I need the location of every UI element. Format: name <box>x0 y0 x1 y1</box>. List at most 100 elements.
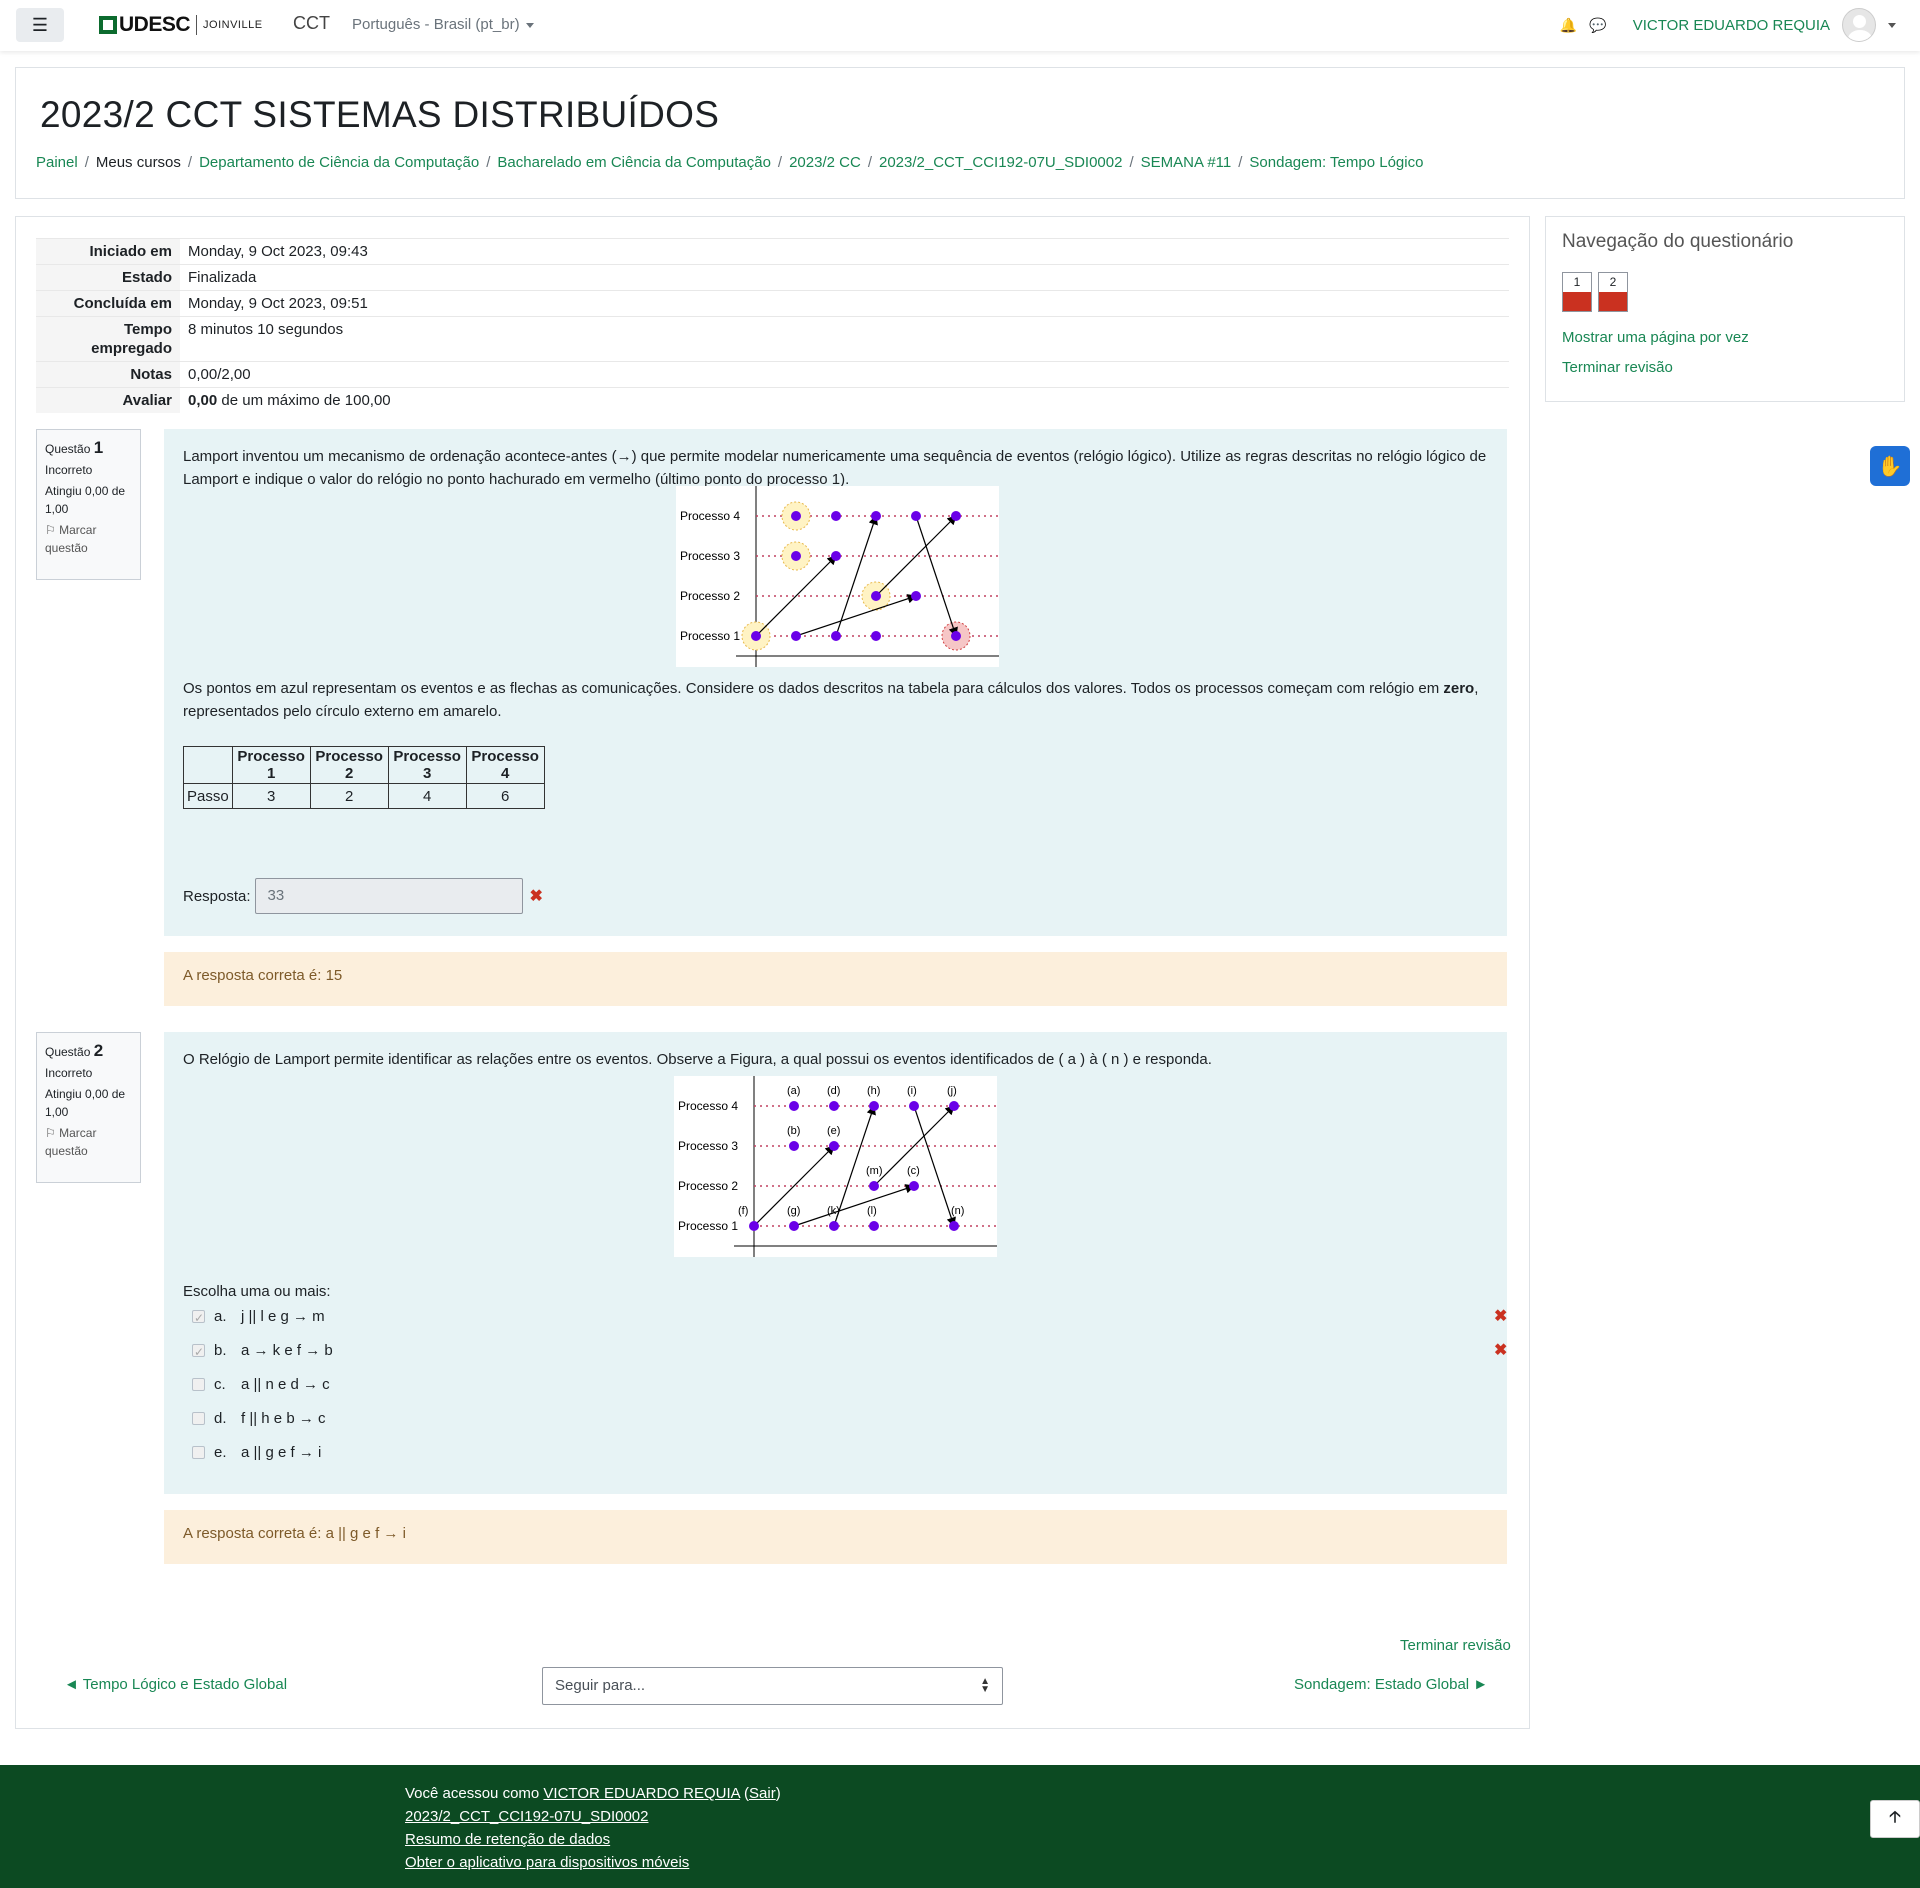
choice-b[interactable]: b. a → k e f → b <box>192 1339 333 1364</box>
breadcrumb-item[interactable]: 2023/2 CC <box>789 154 861 171</box>
choice-text: f || h e b → c <box>241 1409 326 1427</box>
event-label: (a) <box>787 1085 800 1097</box>
breadcrumb-item[interactable]: Sondagem: Tempo Lógico <box>1249 154 1423 171</box>
page-header: 2023/2 CCT SISTEMAS DISTRIBUÍDOS Painel /… <box>15 67 1905 199</box>
summary-value: Monday, 9 Oct 2023, 09:43 <box>180 238 1509 265</box>
question-text-part: Os pontos em azul representam os eventos… <box>183 680 1444 697</box>
question-2-info: Questão 2 Incorreto Atingiu 0,00 de 1,00… <box>36 1032 141 1183</box>
question-nav-button-2[interactable]: 2 <box>1598 272 1628 312</box>
select-arrows-icon: ▲ ▼ <box>980 1676 990 1695</box>
event-label: (k) <box>827 1205 840 1217</box>
event-dot <box>871 591 881 601</box>
event-dot <box>789 1141 799 1151</box>
event-dot <box>871 631 881 641</box>
breadcrumb-item[interactable]: Departamento de Ciência da Computação <box>199 154 479 171</box>
choice-e[interactable]: e. a || g e f → i <box>192 1441 321 1463</box>
event-dot <box>951 511 961 521</box>
event-label: (m) <box>866 1165 883 1177</box>
hamburger-menu-button[interactable]: ☰ <box>16 8 64 42</box>
user-nav: 🔔 💬 VICTOR EDUARDO REQUIA <box>1560 8 1896 42</box>
finish-review-link[interactable]: Terminar revisão <box>1400 1637 1511 1654</box>
choice-letter: c. <box>214 1375 226 1393</box>
avatar[interactable] <box>1842 8 1876 42</box>
process-label: Processo 2 <box>678 1179 738 1193</box>
jump-to-placeholder: Seguir para... <box>555 1677 646 1694</box>
event-dot <box>911 511 921 521</box>
accessibility-hand-icon[interactable]: ✋ <box>1870 446 1910 486</box>
event-dot <box>951 631 961 641</box>
question-prefix: Questão <box>45 442 91 456</box>
jump-to-select[interactable]: Seguir para... ▲ ▼ <box>542 1667 1003 1705</box>
steps-header <box>183 746 233 784</box>
data-retention-link[interactable]: Resumo de retenção de dados <box>405 1831 610 1848</box>
back-to-top-button[interactable]: 🡡 <box>1870 1800 1920 1838</box>
event-dot <box>909 1101 919 1111</box>
udesc-logo[interactable]: UDESC JOINVILLE <box>99 13 263 36</box>
finish-review-link[interactable]: Terminar revisão <box>1562 359 1673 376</box>
checkbox[interactable] <box>192 1445 205 1459</box>
question-text-bold: zero <box>1443 680 1475 697</box>
process-label: Processo 3 <box>678 1139 738 1153</box>
question-grade: Atingiu 0,00 de 1,00 <box>45 484 126 516</box>
event-dot <box>911 591 921 601</box>
user-menu-name[interactable]: VICTOR EDUARDO REQUIA <box>1633 17 1830 34</box>
answer-input[interactable]: 33 <box>254 878 523 914</box>
question-nav-button-1[interactable]: 1 <box>1562 272 1592 312</box>
checkbox[interactable] <box>192 1377 205 1391</box>
chat-icon[interactable]: 💬 <box>1589 17 1606 34</box>
breadcrumb-item[interactable]: Painel <box>36 154 78 171</box>
breadcrumb-item[interactable]: Bacharelado em Ciência da Computação <box>497 154 771 171</box>
show-one-page-link[interactable]: Mostrar uma página por vez <box>1562 329 1749 346</box>
choice-c[interactable]: c. a || n e d → c <box>192 1373 330 1395</box>
site-brand[interactable]: CCT <box>293 13 330 34</box>
event-label: (l) <box>867 1205 877 1217</box>
summary-value: Finalizada <box>180 264 1509 291</box>
message-arrow <box>795 594 918 637</box>
logged-in-line: Você acessou como VICTOR EDUARDO REQUIA … <box>405 1785 781 1802</box>
event-dot <box>869 1181 879 1191</box>
summary-value: 0,00/2,00 <box>180 361 1509 388</box>
event-dot <box>829 1101 839 1111</box>
profile-link[interactable]: VICTOR EDUARDO REQUIA <box>543 1785 739 1802</box>
user-menu-caret-icon[interactable] <box>1888 22 1896 28</box>
mobile-app-link[interactable]: Obter o aplicativo para dispositivos móv… <box>405 1854 689 1871</box>
bell-icon[interactable]: 🔔 <box>1560 17 1577 34</box>
event-label: (c) <box>907 1165 920 1177</box>
choice-d[interactable]: d. f || h e b → c <box>192 1407 326 1429</box>
logout-link[interactable]: Sair <box>749 1785 776 1802</box>
next-activity-link[interactable]: Sondagem: Estado Global ► <box>1294 1676 1488 1693</box>
breadcrumb-separator: / <box>777 154 783 171</box>
breadcrumb-separator: / <box>84 154 89 171</box>
flag-question-link[interactable]: ⚐ Marcar questão <box>45 1124 132 1160</box>
breadcrumb-item[interactable]: 2023/2_CCT_CCI192-07U_SDI0002 <box>879 154 1122 171</box>
breadcrumb-item[interactable]: SEMANA #11 <box>1141 154 1232 171</box>
summary-value: Monday, 9 Oct 2023, 09:51 <box>180 290 1509 317</box>
logo-text: UDESC <box>119 13 191 36</box>
event-dot <box>909 1181 919 1191</box>
choice-a[interactable]: a. j || l e g → m <box>192 1305 325 1330</box>
process-label: Processo 4 <box>678 1099 738 1113</box>
checkbox[interactable] <box>192 1341 205 1364</box>
process-label: Processo 3 <box>680 549 740 563</box>
breadcrumb-item: Meus cursos <box>95 154 181 171</box>
language-selector[interactable]: Português - Brasil (pt_br) <box>352 16 534 33</box>
answer-label: Resposta: <box>183 887 251 905</box>
steps-table: Processo 1 Processo 2 Processo 3 Process… <box>183 746 545 809</box>
summary-row: Avaliar 0,00 de um máximo de 100,00 <box>36 387 1509 413</box>
summary-row: Tempo empregado 8 minutos 10 segundos <box>36 316 1509 362</box>
steps-header-row: Processo 1 Processo 2 Processo 3 Process… <box>183 746 545 784</box>
prev-activity-link[interactable]: ◄ Tempo Lógico e Estado Global <box>64 1676 287 1693</box>
checkbox[interactable] <box>192 1411 205 1425</box>
summary-label: Avaliar <box>36 387 180 413</box>
flag-question-link[interactable]: ⚐ Marcar questão <box>45 521 132 557</box>
event-label: (h) <box>867 1085 880 1097</box>
summary-label: Tempo empregado <box>36 316 180 362</box>
course-link[interactable]: 2023/2_CCT_CCI192-07U_SDI0002 <box>405 1808 648 1825</box>
incorrect-fill <box>1599 292 1627 311</box>
question-status: Incorreto <box>45 1066 93 1080</box>
event-label: (g) <box>787 1205 800 1217</box>
summary-row: Concluída em Monday, 9 Oct 2023, 09:51 <box>36 290 1509 317</box>
checkbox[interactable] <box>192 1307 205 1330</box>
event-dot <box>829 1221 839 1231</box>
footer-links: Você acessou como VICTOR EDUARDO REQUIA … <box>405 1782 781 1874</box>
